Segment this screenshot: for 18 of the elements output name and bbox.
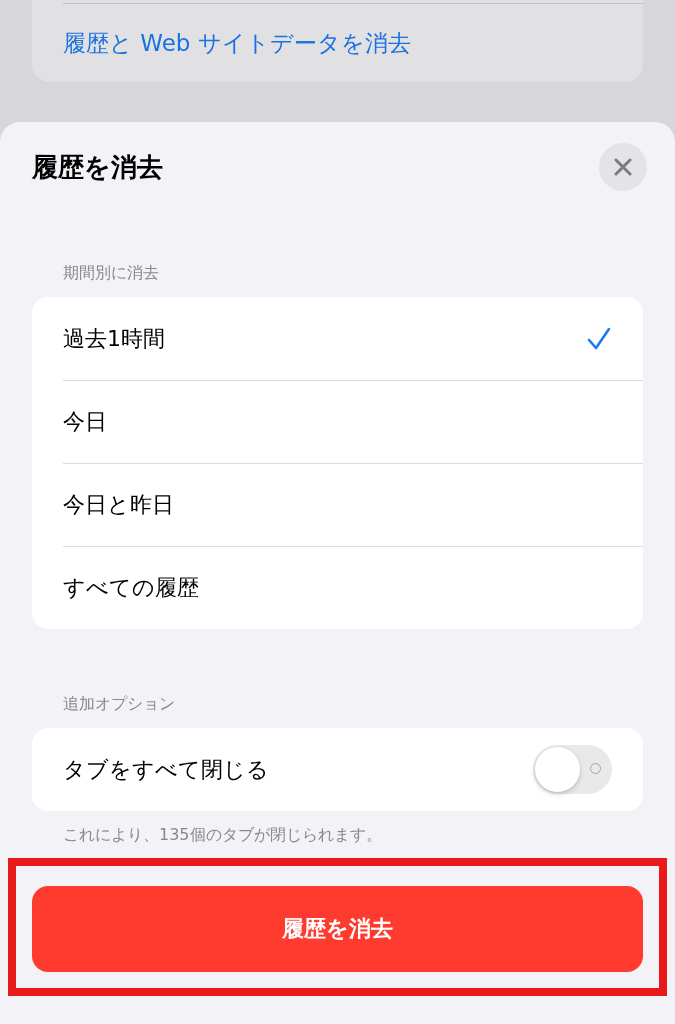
clear-history-button[interactable]: 履歴を消去	[32, 886, 643, 972]
section-header: 期間別に消去	[63, 263, 160, 283]
option-label: タブをすべて閉じる	[63, 755, 269, 784]
period-option[interactable]: 過去1時間	[32, 297, 643, 380]
checkmark-icon	[587, 326, 611, 351]
option-label: 今日と昨日	[63, 490, 174, 519]
period-option[interactable]: すべての履歴	[32, 546, 643, 629]
close-button[interactable]	[599, 143, 647, 191]
period-option[interactable]: 今日	[32, 380, 643, 463]
section-header: 追加オプション	[63, 694, 176, 714]
close-icon	[614, 158, 632, 176]
option-label: 今日	[63, 407, 107, 436]
option-label: すべての履歴	[63, 573, 199, 602]
sheet-title: 履歴を消去	[32, 150, 163, 184]
toggle-switch[interactable]	[533, 745, 612, 794]
period-option[interactable]: 今日と昨日	[32, 463, 643, 546]
footnote: これにより、135個のタブが閉じられます。	[63, 825, 383, 845]
option-label: 過去1時間	[63, 324, 165, 353]
